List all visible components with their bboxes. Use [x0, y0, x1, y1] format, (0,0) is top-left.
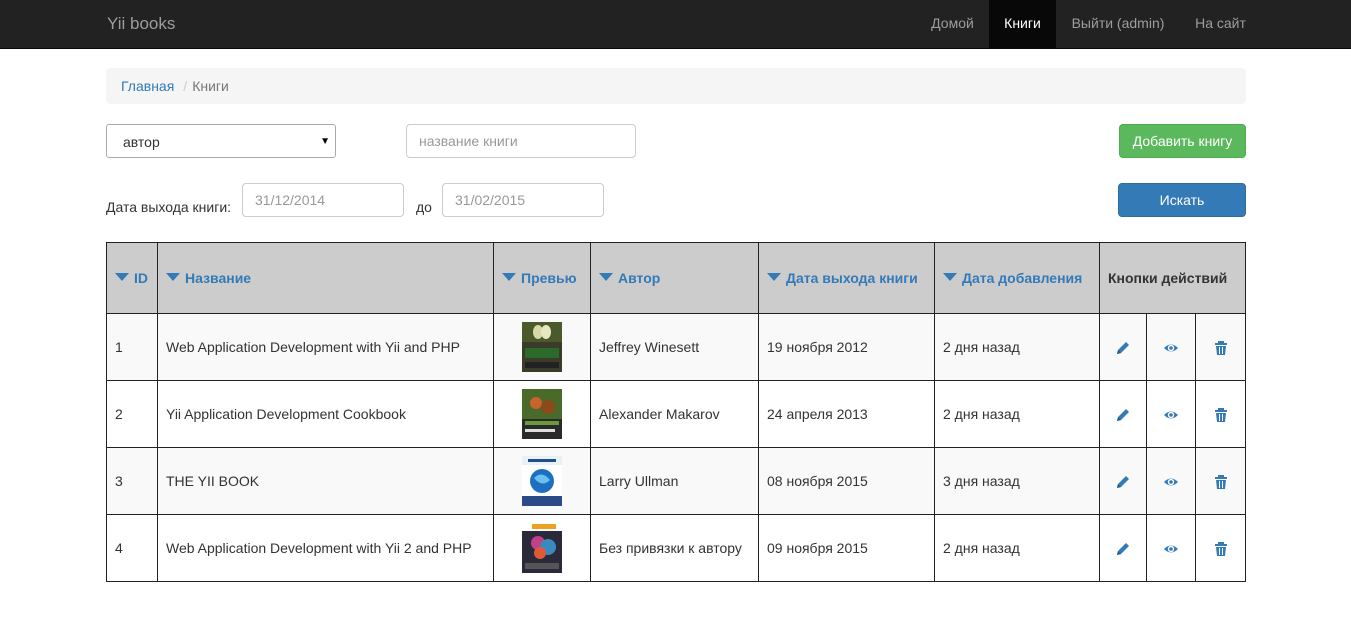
cell-delete — [1195, 514, 1246, 582]
cell-id: 2 — [106, 380, 158, 448]
book-cover-image[interactable] — [522, 456, 562, 506]
cell-view — [1146, 380, 1196, 448]
cell-view — [1146, 514, 1196, 582]
breadcrumb: Главная / Книги — [106, 68, 1246, 104]
pencil-icon[interactable] — [1115, 407, 1131, 423]
book-cover-image[interactable] — [522, 322, 562, 372]
table-row: 4 Web Application Development with Yii 2 … — [106, 514, 1246, 582]
column-preview[interactable]: Превью — [493, 242, 591, 314]
navbar: Yii books Домой Книги Выйти (admin) На с… — [0, 0, 1351, 49]
book-cover-image[interactable] — [522, 523, 562, 573]
column-actions: Кнопки действий — [1099, 242, 1246, 314]
sort-caret-icon — [166, 273, 180, 281]
cell-title: Web Application Development with Yii and… — [157, 313, 494, 381]
sort-caret-icon — [502, 273, 516, 281]
nav-site[interactable]: На сайт — [1180, 0, 1261, 48]
pencil-icon[interactable] — [1115, 541, 1131, 557]
nav-books[interactable]: Книги — [989, 0, 1056, 48]
cell-delete — [1195, 313, 1246, 381]
trash-icon[interactable] — [1213, 407, 1229, 423]
cell-author: Jeffrey Winesett — [590, 313, 759, 381]
cell-release-date: 09 ноября 2015 — [758, 514, 935, 582]
cell-delete — [1195, 447, 1246, 515]
column-id-label: ID — [134, 270, 148, 286]
column-title-label: Название — [185, 270, 252, 286]
cell-author: Без привязки к автору — [590, 514, 759, 582]
date-to-label: до — [416, 199, 432, 215]
title-search-input[interactable]: название книги — [406, 124, 636, 158]
cell-release-date: 08 ноября 2015 — [758, 447, 935, 515]
cell-edit — [1099, 447, 1147, 515]
cell-id: 1 — [106, 313, 158, 381]
pencil-icon[interactable] — [1115, 340, 1131, 356]
column-release-date-label: Дата выхода книги — [786, 270, 918, 286]
cell-title: THE YII BOOK — [157, 447, 494, 515]
cell-delete — [1195, 380, 1246, 448]
brand-logo[interactable]: Yii books — [107, 14, 175, 34]
column-id[interactable]: ID — [106, 242, 158, 314]
sort-caret-icon — [943, 273, 957, 281]
eye-icon[interactable] — [1163, 340, 1179, 356]
cell-view — [1146, 447, 1196, 515]
release-date-label: Дата выхода книги: — [106, 199, 232, 215]
nav-home[interactable]: Домой — [916, 0, 989, 48]
breadcrumb-home[interactable]: Главная — [121, 78, 174, 94]
cell-release-date: 19 ноября 2012 — [758, 313, 935, 381]
table-row: 3 THE YII BOOK Larry Ullman 08 ноября 2015 3… — [106, 447, 1246, 515]
cell-preview — [493, 514, 591, 582]
column-author[interactable]: Автор — [590, 242, 759, 314]
cell-author: Alexander Makarov — [590, 380, 759, 448]
trash-icon[interactable] — [1213, 474, 1229, 490]
cell-preview — [493, 313, 591, 381]
column-added[interactable]: Дата добавления — [934, 242, 1100, 314]
cell-edit — [1099, 514, 1147, 582]
pencil-icon[interactable] — [1115, 474, 1131, 490]
cell-release-date: 24 апреля 2013 — [758, 380, 935, 448]
cell-preview — [493, 447, 591, 515]
column-author-label: Автор — [618, 270, 661, 286]
column-title[interactable]: Название — [157, 242, 494, 314]
table-header-row: ID Название Превью Автор Дата выхода кни… — [106, 242, 1246, 314]
author-select-value: автор — [123, 134, 160, 150]
author-select[interactable]: автор ▼ — [106, 124, 336, 158]
cell-edit — [1099, 380, 1147, 448]
date-to-input[interactable]: 31/02/2015 — [442, 183, 604, 217]
column-release-date[interactable]: Дата выхода книги — [758, 242, 935, 314]
cell-title: Web Application Development with Yii 2 a… — [157, 514, 494, 582]
cell-id: 3 — [106, 447, 158, 515]
table-row: 2 Yii Application Development Cookbook Ale… — [106, 380, 1246, 448]
cell-added: 2 дня назад — [934, 380, 1100, 448]
nav-logout[interactable]: Выйти (admin) — [1056, 0, 1180, 48]
trash-icon[interactable] — [1213, 340, 1229, 356]
cell-added: 3 дня назад — [934, 447, 1100, 515]
cell-view — [1146, 313, 1196, 381]
trash-icon[interactable] — [1213, 541, 1229, 557]
column-preview-label: Превью — [521, 270, 577, 286]
breadcrumb-current: Книги — [192, 78, 229, 94]
eye-icon[interactable] — [1163, 474, 1179, 490]
cell-edit — [1099, 313, 1147, 381]
dropdown-arrow-icon: ▼ — [320, 136, 330, 147]
cell-author: Larry Ullman — [590, 447, 759, 515]
eye-icon[interactable] — [1163, 407, 1179, 423]
cell-id: 4 — [106, 514, 158, 582]
date-from-input[interactable]: 31/12/2014 — [242, 183, 404, 217]
add-book-button[interactable]: Добавить книгу — [1119, 124, 1246, 158]
cell-preview — [493, 380, 591, 448]
sort-caret-icon — [767, 273, 781, 281]
table-row: 1 Web Application Development with Yii an… — [106, 313, 1246, 381]
sort-caret-icon — [115, 273, 129, 281]
cell-added: 2 дня назад — [934, 313, 1100, 381]
cell-added: 2 дня назад — [934, 514, 1100, 582]
books-table: ID Название Превью Автор Дата выхода кни… — [106, 242, 1246, 582]
cell-title: Yii Application Development Cookbook — [157, 380, 494, 448]
breadcrumb-separator: / — [183, 78, 188, 94]
column-added-label: Дата добавления — [962, 270, 1083, 286]
book-cover-image[interactable] — [522, 389, 562, 439]
search-button[interactable]: Искать — [1118, 183, 1246, 217]
eye-icon[interactable] — [1163, 541, 1179, 557]
sort-caret-icon — [599, 273, 613, 281]
